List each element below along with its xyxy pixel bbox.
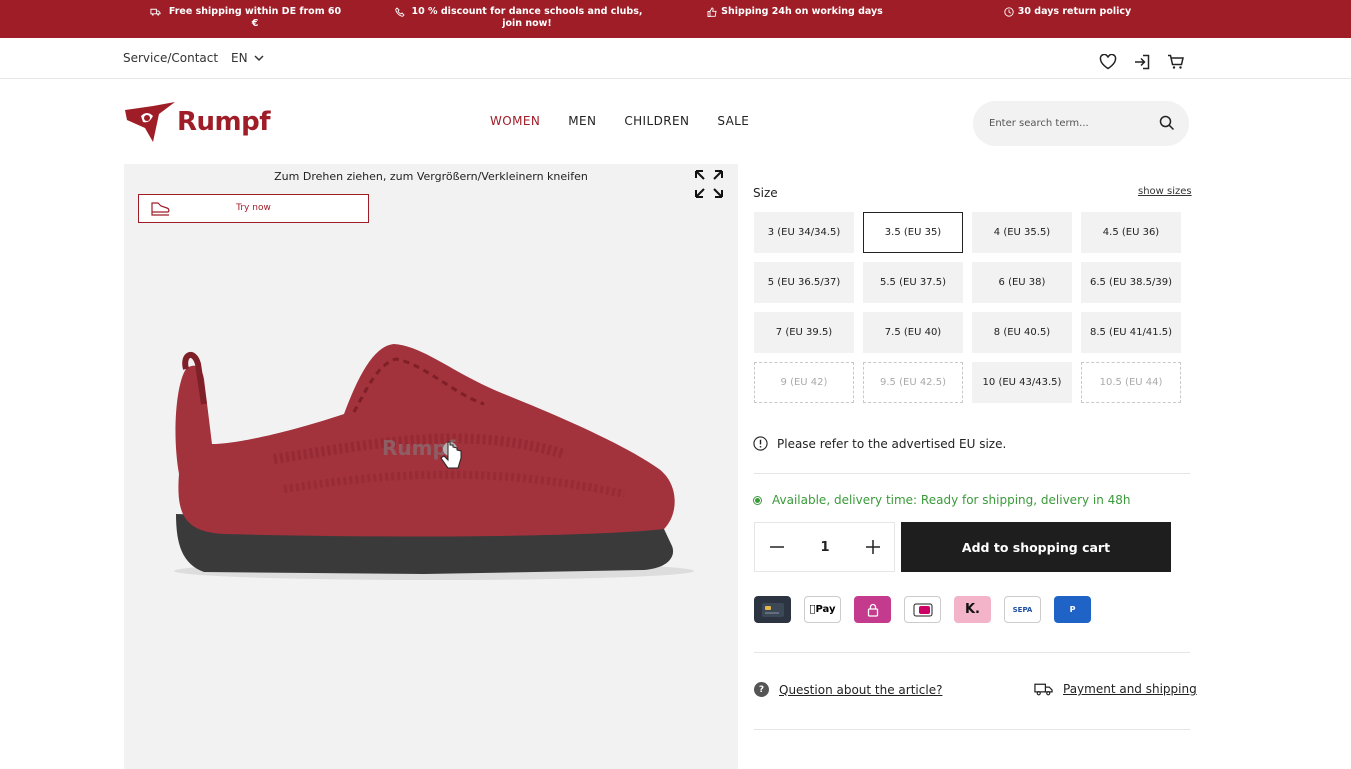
add-to-cart-button[interactable]: Add to shopping cart	[901, 522, 1171, 572]
size-option[interactable]: 6.5 (EU 38.5/39)	[1081, 262, 1181, 303]
divider	[754, 652, 1190, 653]
size-option[interactable]: 7.5 (EU 40)	[863, 312, 963, 353]
size-option[interactable]: 8 (EU 40.5)	[972, 312, 1072, 353]
quantity-stepper: 1	[754, 522, 895, 572]
credit-card-icon	[754, 596, 791, 623]
lock-payment-icon	[854, 596, 891, 623]
question-about-article-link[interactable]: ? Question about the article?	[754, 682, 942, 697]
promo-text: 30 days return policy	[1017, 6, 1132, 17]
size-option[interactable]: 8.5 (EU 41/41.5)	[1081, 312, 1181, 353]
ideal-icon	[904, 596, 941, 623]
promo-bar: Free shipping within DE from 60 € 10 % d…	[0, 0, 1351, 38]
fullscreen-icon[interactable]	[693, 168, 725, 200]
eu-size-note-text: Please refer to the advertised EU size.	[777, 436, 1007, 451]
search-icon[interactable]	[1159, 115, 1175, 131]
cart-icon[interactable]	[1166, 52, 1186, 72]
quantity-value[interactable]: 1	[805, 540, 845, 555]
nav-sale[interactable]: SALE	[717, 114, 749, 128]
promo-return-policy: 30 days return policy	[995, 6, 1140, 18]
divider	[754, 729, 1190, 730]
rotate-hint: Zum Drehen ziehen, zum Vergrößern/Verkle…	[274, 170, 588, 183]
eu-size-note: Please refer to the advertised EU size.	[753, 436, 1006, 451]
klarna-icon: K.	[954, 596, 991, 623]
chevron-down-icon	[254, 54, 264, 61]
service-bar: Service/Contact EN	[0, 38, 1351, 79]
phone-icon	[395, 7, 405, 17]
promo-free-shipping: Free shipping within DE from 60 €	[150, 6, 345, 30]
size-option[interactable]: 4 (EU 35.5)	[972, 212, 1072, 253]
promo-discount[interactable]: 10 % discount for dance schools and club…	[395, 6, 645, 30]
try-now-button[interactable]: Try now	[138, 194, 369, 223]
login-icon[interactable]	[1132, 52, 1152, 72]
language-selector[interactable]: EN	[231, 51, 264, 65]
size-option-unavailable[interactable]: 9.5 (EU 42.5)	[863, 362, 963, 403]
payment-shipping-link[interactable]: Payment and shipping	[1034, 682, 1197, 696]
info-icon	[753, 436, 768, 451]
truck-icon	[150, 8, 161, 16]
size-option[interactable]: 7 (EU 39.5)	[754, 312, 854, 353]
apple-pay-label: Pay	[812, 604, 835, 615]
clock-icon	[1004, 7, 1014, 17]
availability-status: Available, delivery time: Ready for ship…	[753, 493, 1131, 507]
thumbs-up-icon	[707, 7, 717, 17]
paypal-icon: P	[1054, 596, 1091, 623]
question-label: Question about the article?	[779, 682, 943, 697]
account-icons	[1098, 52, 1186, 72]
size-title: Size	[753, 186, 778, 200]
sepa-icon: SEPA	[1004, 596, 1041, 623]
try-now-label: Try now	[236, 203, 271, 213]
nav-children[interactable]: CHILDREN	[624, 114, 689, 128]
payment-methods: Pay K. SEPA P	[754, 596, 1091, 623]
payment-shipping-label: Payment and shipping	[1063, 682, 1197, 696]
divider	[754, 473, 1190, 474]
main-nav: WOMEN MEN CHILDREN SALE	[490, 114, 777, 128]
promo-text: Free shipping within DE from 60 €	[168, 6, 342, 29]
minus-icon[interactable]	[767, 537, 787, 557]
size-option[interactable]: 3 (EU 34/34.5)	[754, 212, 854, 253]
shoe-product-image: Rumpf	[174, 344, 694, 580]
size-option[interactable]: 5.5 (EU 37.5)	[863, 262, 963, 303]
promo-shipping-24h: Shipping 24h on working days	[705, 6, 885, 18]
truck-icon	[1034, 683, 1053, 696]
service-contact-link[interactable]: Service/Contact	[123, 51, 218, 65]
size-option[interactable]: 5 (EU 36.5/37)	[754, 262, 854, 303]
size-option-unavailable[interactable]: 9 (EU 42)	[754, 362, 854, 403]
nav-men[interactable]: MEN	[568, 114, 596, 128]
nav-women[interactable]: WOMEN	[490, 114, 540, 128]
product-image-viewer[interactable]: Zum Drehen ziehen, zum Vergrößern/Verkle…	[124, 164, 738, 769]
search-input[interactable]	[989, 114, 1149, 132]
search-box	[973, 101, 1189, 146]
question-icon: ?	[754, 682, 769, 697]
plus-icon[interactable]	[863, 537, 883, 557]
availability-dot-icon	[753, 495, 762, 505]
heart-icon[interactable]	[1098, 52, 1118, 72]
availability-text: Available, delivery time: Ready for ship…	[772, 493, 1131, 507]
show-sizes-link[interactable]: show sizes	[1138, 186, 1192, 197]
promo-text: 10 % discount for dance schools and club…	[411, 6, 643, 29]
brand-logo[interactable]: Rumpf	[123, 99, 275, 145]
rumpf-logo-icon	[125, 102, 175, 142]
apple-pay-icon: Pay	[804, 596, 841, 623]
language-label: EN	[231, 51, 248, 65]
size-option[interactable]: 6 (EU 38)	[972, 262, 1072, 303]
promo-text: Shipping 24h on working days	[721, 6, 883, 17]
size-option[interactable]: 4.5 (EU 36)	[1081, 212, 1181, 253]
size-grid: 3 (EU 34/34.5) 3.5 (EU 35) 4 (EU 35.5) 4…	[754, 212, 1190, 403]
logo-text: Rumpf	[177, 107, 271, 137]
size-option-unavailable[interactable]: 10.5 (EU 44)	[1081, 362, 1181, 403]
size-option-selected[interactable]: 3.5 (EU 35)	[863, 212, 963, 253]
size-option[interactable]: 10 (EU 43/43.5)	[972, 362, 1072, 403]
